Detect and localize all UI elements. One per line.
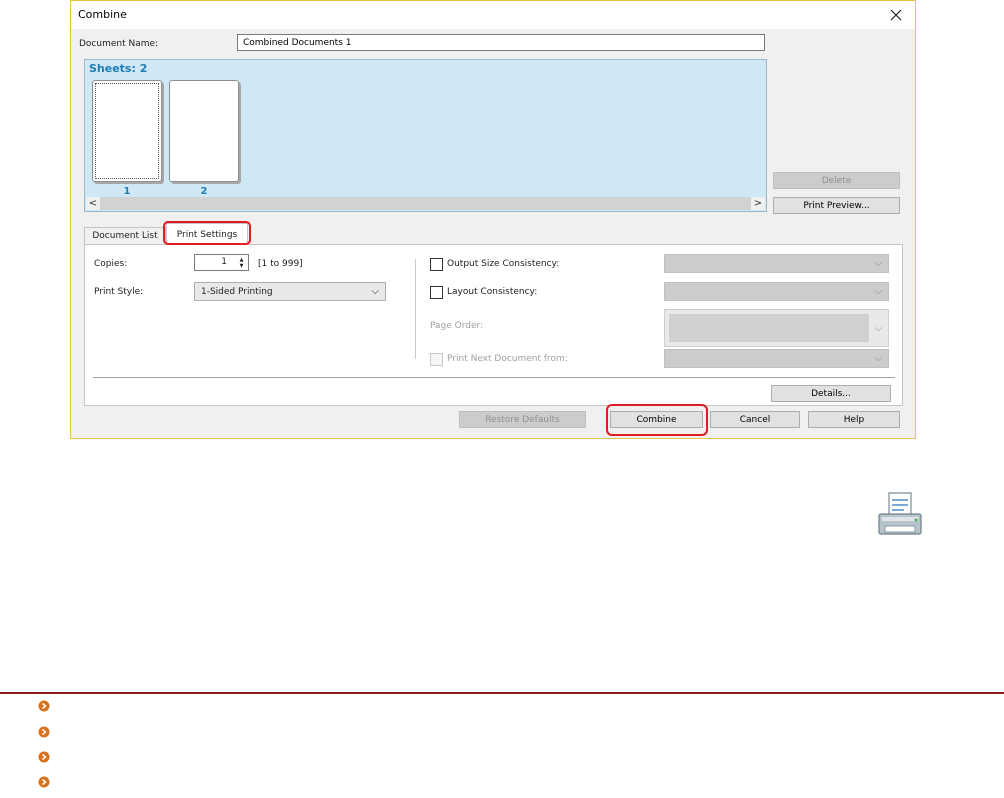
output-size-consistency-select[interactable]: ⌵ — [664, 254, 889, 273]
layout-consistency-checkbox[interactable] — [430, 286, 443, 299]
cancel-button[interactable]: Cancel — [710, 411, 800, 428]
print-preview-button-label: Print Preview... — [803, 200, 870, 211]
horizontal-scrollbar[interactable]: < > — [86, 197, 765, 210]
chevron-down-icon: ⌵ — [874, 286, 882, 297]
sheet-thumbnail-2[interactable] — [169, 80, 239, 182]
print-settings-panel: Copies: 1 ▲ ▼ [1 to 999] Print Style: 1-S… — [84, 244, 903, 406]
printer-icon — [878, 492, 922, 535]
print-next-document-checkbox[interactable] — [430, 353, 443, 366]
chevron-down-icon: ⌵ — [371, 286, 379, 297]
scroll-right-button[interactable]: > — [751, 197, 765, 210]
details-button-label: Details... — [811, 388, 851, 399]
chevron-down-icon: ⌵ — [874, 353, 882, 364]
output-size-consistency-label: Output Size Consistency: — [447, 259, 560, 269]
section-divider — [0, 692, 1004, 694]
delete-button[interactable]: Delete — [773, 172, 900, 189]
cancel-button-label: Cancel — [739, 414, 771, 425]
page-order-value — [669, 314, 869, 342]
restore-defaults-label: Restore Defaults — [485, 414, 560, 425]
horizontal-divider — [93, 377, 895, 378]
tab-document-list[interactable]: Document List — [84, 227, 166, 244]
sheet-number-2: 2 — [200, 186, 208, 197]
print-style-select[interactable]: 1-Sided Printing ⌵ — [194, 282, 386, 301]
restore-defaults-button[interactable]: Restore Defaults — [459, 411, 586, 428]
print-next-document-select[interactable]: ⌵ — [664, 349, 889, 368]
document-name-label: Document Name: — [79, 39, 159, 49]
bullet-arrow-icon — [38, 700, 50, 712]
scroll-left-button[interactable]: < — [86, 197, 100, 210]
print-style-value: 1-Sided Printing — [201, 287, 273, 297]
sheet-thumbnail-1[interactable] — [92, 80, 162, 182]
print-preview-button[interactable]: Print Preview... — [773, 197, 900, 214]
delete-button-label: Delete — [821, 175, 852, 186]
close-button[interactable] — [881, 3, 911, 27]
chevron-left-icon: < — [88, 198, 98, 209]
bullet-arrow-icon — [38, 726, 50, 738]
help-button-label: Help — [843, 414, 865, 425]
bullet-arrow-icon — [38, 776, 50, 788]
print-style-label: Print Style: — [94, 287, 144, 297]
combine-dialog: Combine Document Name: Sheets: 2 1 2 < >… — [70, 0, 916, 439]
help-button[interactable]: Help — [808, 411, 900, 428]
highlight-combine-button — [606, 404, 708, 436]
layout-consistency-label: Layout Consistency: — [447, 287, 538, 297]
document-name-input[interactable] — [237, 34, 765, 51]
sheet-preview-pane[interactable]: Sheets: 2 1 2 < > — [84, 59, 767, 212]
chevron-down-icon: ⌵ — [874, 323, 882, 334]
page-order-label: Page Order: — [430, 321, 484, 331]
sheet-number-1: 1 — [123, 186, 131, 197]
tab-document-list-label: Document List — [92, 231, 158, 241]
title-bar: Combine — [71, 1, 915, 29]
close-icon — [890, 9, 902, 21]
chevron-right-icon: > — [753, 198, 763, 209]
spin-updown-icon[interactable]: ▲ ▼ — [234, 255, 249, 270]
page-order-select[interactable]: ⌵ — [664, 309, 889, 347]
chevron-down-icon: ⌵ — [874, 258, 882, 269]
bullet-arrow-icon — [38, 751, 50, 763]
sheets-count-label: Sheets: 2 — [89, 62, 148, 75]
output-size-consistency-checkbox[interactable] — [430, 258, 443, 271]
layout-consistency-select[interactable]: ⌵ — [664, 282, 889, 301]
copies-stepper[interactable]: 1 ▲ ▼ — [194, 254, 249, 271]
vertical-divider — [415, 259, 416, 359]
details-button[interactable]: Details... — [771, 385, 891, 402]
copies-label: Copies: — [94, 259, 128, 269]
print-next-document-label: Print Next Document from: — [447, 354, 568, 364]
window-title: Combine — [78, 8, 127, 21]
copies-range: [1 to 999] — [258, 259, 303, 269]
copies-value: 1 — [221, 257, 227, 267]
highlight-print-settings-tab — [163, 221, 251, 245]
